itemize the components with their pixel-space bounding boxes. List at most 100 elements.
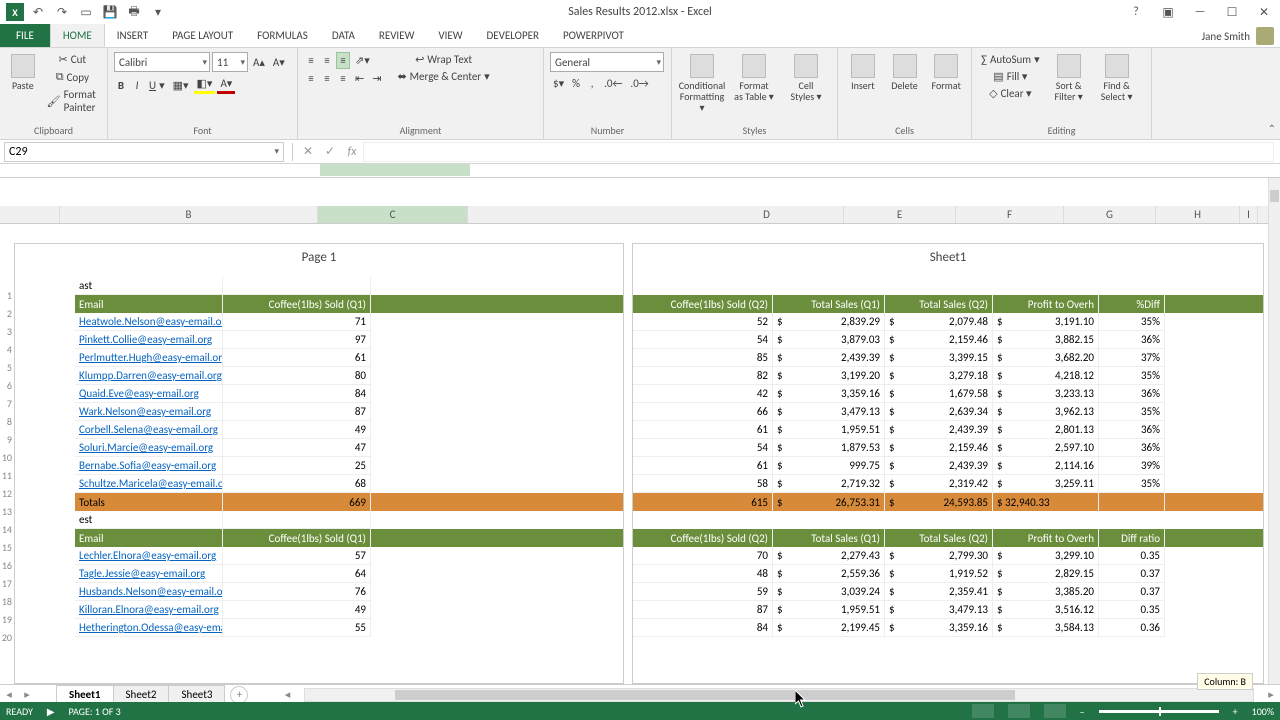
col-g[interactable]: G xyxy=(1064,206,1156,223)
table-row[interactable]: Coffee(1lbs) Sold (Q2)Total Sales (Q1)To… xyxy=(633,529,1263,547)
row-header[interactable]: 20 xyxy=(0,628,14,646)
macro-icon[interactable]: ▶ xyxy=(47,705,55,718)
tab-nav-prev[interactable]: ◂ xyxy=(0,688,18,701)
align-top-button[interactable]: ≡ xyxy=(304,52,318,69)
align-bottom-button[interactable]: ≡ xyxy=(336,52,350,69)
row-header[interactable]: 15 xyxy=(0,538,14,556)
align-middle-button[interactable]: ≡ xyxy=(320,52,334,69)
table-row[interactable]: Soluri.Marcie@easy-email.org47 xyxy=(75,439,623,457)
table-row[interactable]: 87$1,959.51$3,479.13$3,516.120.35 xyxy=(633,601,1263,619)
user-chip[interactable]: Jane Smith xyxy=(1196,25,1280,47)
decrease-decimal-button[interactable]: .0→ xyxy=(627,76,651,91)
row-header[interactable]: 1 xyxy=(0,286,14,304)
col-i[interactable]: I xyxy=(1240,206,1258,223)
tab-formulas[interactable]: FORMULAS xyxy=(245,23,320,47)
number-format-select[interactable]: General xyxy=(550,52,664,72)
italic-button[interactable]: I xyxy=(130,76,144,94)
row-header[interactable]: 12 xyxy=(0,484,14,502)
collapse-ribbon-button[interactable]: ⌃ xyxy=(1268,122,1276,135)
table-row[interactable]: 58$2,719.32$2,319.42$3,259.1135% xyxy=(633,475,1263,493)
table-row[interactable]: 61$999.75$2,439.39$2,114.1639% xyxy=(633,457,1263,475)
percent-button[interactable]: % xyxy=(569,76,583,91)
fx-button[interactable]: fx xyxy=(341,141,363,163)
merge-center-button[interactable]: ⬌Merge & Center ▾ xyxy=(394,69,492,84)
view-normal-button[interactable] xyxy=(972,704,994,718)
table-row[interactable]: Bernabe.Sofia@easy-email.org25 xyxy=(75,457,623,475)
file-tab[interactable]: FILE xyxy=(0,23,50,47)
table-row[interactable]: Lechler.Elnora@easy-email.org57 xyxy=(75,547,623,565)
redo-button[interactable]: ↷ xyxy=(52,2,72,22)
hscroll-right[interactable]: ▸ xyxy=(1262,688,1280,701)
align-left-button[interactable]: ≡ xyxy=(304,71,318,86)
table-row[interactable]: 82$3,199.20$3,279.18$4,218.1235% xyxy=(633,367,1263,385)
formula-input[interactable] xyxy=(363,142,1274,162)
vertical-scrollbar[interactable] xyxy=(1268,178,1280,684)
table-row[interactable]: 42$3,359.16$1,679.58$3,233.1336% xyxy=(633,385,1263,403)
table-row[interactable]: Totals669 xyxy=(75,493,623,511)
row-header[interactable]: 4 xyxy=(0,340,14,358)
row-header[interactable]: 14 xyxy=(0,520,14,538)
table-row[interactable]: 54$1,879.53$2,159.46$2,597.1036% xyxy=(633,439,1263,457)
row-header[interactable]: 13 xyxy=(0,502,14,520)
decrease-font-button[interactable]: A▾ xyxy=(270,52,288,72)
table-row[interactable]: 48$2,559.36$1,919.52$2,829.150.37 xyxy=(633,565,1263,583)
zoom-in-button[interactable]: + xyxy=(1233,705,1238,718)
maximize-button[interactable]: ☐ xyxy=(1220,2,1244,22)
table-row[interactable]: Corbell.Selena@easy-email.org49 xyxy=(75,421,623,439)
clear-button[interactable]: ◇ Clear ▾ xyxy=(978,86,1043,101)
minimize-button[interactable]: — xyxy=(1188,2,1212,22)
table-row[interactable]: Heatwole.Nelson@easy-email.org71 xyxy=(75,313,623,331)
name-box[interactable]: C29 xyxy=(4,142,284,162)
print-button[interactable]: 🖶 xyxy=(124,2,144,22)
new-button[interactable]: ▭ xyxy=(76,2,96,22)
row-header[interactable]: 9 xyxy=(0,430,14,448)
increase-decimal-button[interactable]: .0← xyxy=(601,76,625,91)
insert-cells-button[interactable]: Insert xyxy=(844,52,882,93)
col-h[interactable]: H xyxy=(1156,206,1240,223)
font-size-select[interactable]: 11 xyxy=(212,52,248,72)
delete-cells-button[interactable]: Delete xyxy=(886,52,924,93)
add-sheet-button[interactable]: + xyxy=(230,686,248,704)
qat-customize[interactable]: ▾ xyxy=(148,2,168,22)
font-color-button[interactable]: A▾ xyxy=(217,76,235,94)
row-header[interactable]: 8 xyxy=(0,412,14,430)
font-name-select[interactable]: Calibri xyxy=(114,52,210,72)
row-header[interactable]: 5 xyxy=(0,358,14,376)
hscroll-left[interactable]: ◂ xyxy=(278,688,296,701)
decrease-indent-button[interactable]: ⇤ xyxy=(352,71,367,86)
tab-data[interactable]: DATA xyxy=(320,23,367,47)
table-row[interactable]: EmailCoffee(1lbs) Sold (Q1) xyxy=(75,295,623,313)
table-row[interactable]: Schultze.Maricela@easy-email.org68 xyxy=(75,475,623,493)
table-row[interactable]: Klumpp.Darren@easy-email.org80 xyxy=(75,367,623,385)
help-button[interactable]: ? xyxy=(1124,2,1148,22)
table-row[interactable]: 66$3,479.13$2,639.34$3,962.1335% xyxy=(633,403,1263,421)
enter-formula-button[interactable]: ✓ xyxy=(319,141,341,163)
row-header[interactable]: 17 xyxy=(0,574,14,592)
orientation-button[interactable]: ⇗▾ xyxy=(352,52,373,69)
table-row[interactable]: EmailCoffee(1lbs) Sold (Q1) xyxy=(75,529,623,547)
row-header[interactable]: 7 xyxy=(0,394,14,412)
cancel-formula-button[interactable]: ✕ xyxy=(297,141,319,163)
tab-view[interactable]: VIEW xyxy=(426,23,474,47)
row-header[interactable]: 19 xyxy=(0,610,14,628)
table-row[interactable]: Pinkett.Collie@easy-email.org97 xyxy=(75,331,623,349)
close-button[interactable]: ✕ xyxy=(1252,2,1276,22)
align-right-button[interactable]: ≡ xyxy=(336,71,350,86)
grid-left[interactable]: astEmailCoffee(1lbs) Sold (Q1)Heatwole.N… xyxy=(75,277,623,637)
increase-indent-button[interactable]: ⇥ xyxy=(369,71,384,86)
autosum-button[interactable]: ∑ AutoSum ▾ xyxy=(978,52,1043,67)
copy-button[interactable]: ⧉Copy xyxy=(44,69,101,85)
scroll-thumb[interactable] xyxy=(1270,190,1279,202)
wrap-text-button[interactable]: ↩Wrap Text xyxy=(394,52,492,67)
find-select-button[interactable]: Find & Select ▾ xyxy=(1095,52,1139,104)
col-b[interactable]: B xyxy=(60,206,318,223)
accounting-button[interactable]: $▾ xyxy=(550,76,567,91)
row-header[interactable]: 6 xyxy=(0,376,14,394)
ribbon-display-button[interactable]: ▣ xyxy=(1156,2,1180,22)
table-row[interactable]: Wark.Nelson@easy-email.org87 xyxy=(75,403,623,421)
cut-button[interactable]: ✂Cut xyxy=(44,52,101,67)
table-row[interactable]: Hetherington.Odessa@easy-email.org55 xyxy=(75,619,623,637)
conditional-formatting-button[interactable]: Conditional Formatting ▾ xyxy=(678,52,726,115)
view-pagelayout-button[interactable] xyxy=(1008,704,1030,718)
table-row[interactable]: Quaid.Eve@easy-email.org84 xyxy=(75,385,623,403)
